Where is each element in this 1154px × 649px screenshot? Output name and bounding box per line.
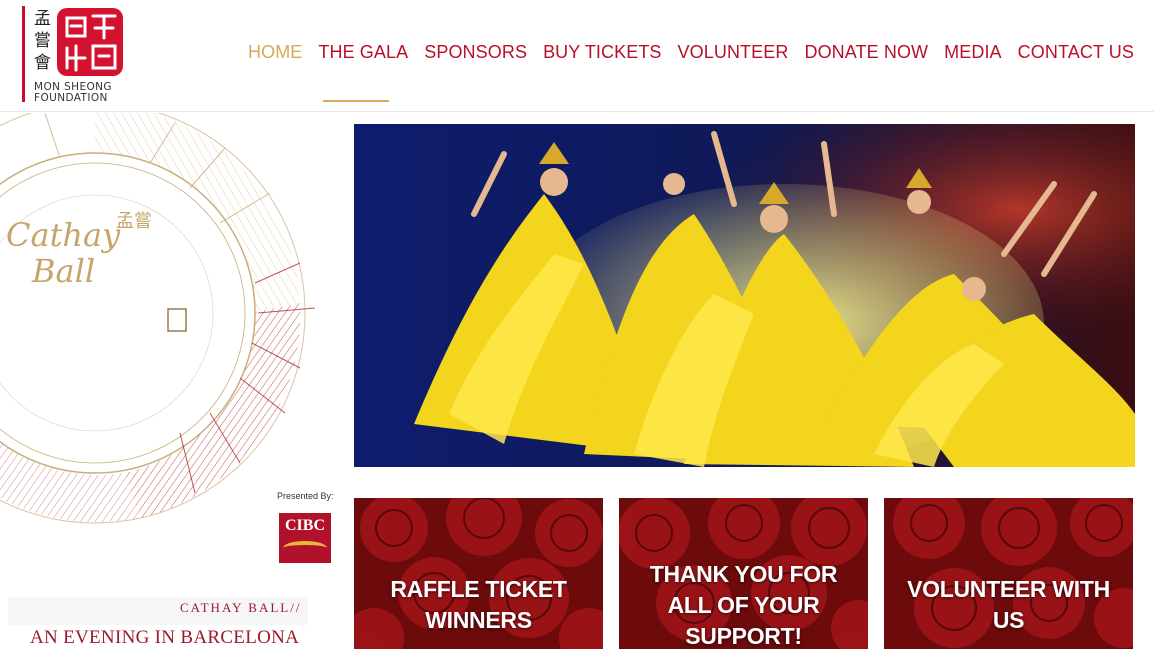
logo-name-line2: FOUNDATION xyxy=(34,92,108,104)
nav-item-sponsors[interactable]: SPONSORS xyxy=(424,42,527,63)
nav-item-the-gala[interactable]: THE GALA xyxy=(318,42,408,63)
tagline-event-theme: AN EVENING IN BARCELONA xyxy=(30,627,300,648)
tile-label-line2: US xyxy=(992,607,1025,633)
seal-icon xyxy=(57,8,123,76)
nav-item-home[interactable]: HOME xyxy=(248,42,302,63)
logo-name: MON SHEONG FOUNDATION xyxy=(34,82,134,104)
nav-item-media[interactable]: MEDIA xyxy=(944,42,1002,63)
nav-item-donate-now[interactable]: DONATE NOW xyxy=(804,42,928,63)
tile-label-line1: RAFFLE TICKET xyxy=(390,576,567,602)
logo-accent-bar xyxy=(22,6,25,102)
tile-label-line1: VOLUNTEER WITH xyxy=(907,576,1110,602)
volunteer-with-us-tile[interactable]: VOLUNTEER WITH US xyxy=(884,498,1133,649)
circular-sketch-art xyxy=(0,113,316,524)
tile-label-line2: WINNERS xyxy=(425,607,532,633)
site-header: 孟嘗會 MON SHEONG FOUNDATION HOME THE GALA … xyxy=(0,0,1154,112)
cathay-ball-illustration: Cathay Ball 孟嘗 xyxy=(0,113,345,533)
nav-item-volunteer[interactable]: VOLUNTEER xyxy=(678,42,789,63)
cathay-wordmark-line1: Cathay xyxy=(6,216,121,254)
cibc-logo-text: CIBC xyxy=(284,517,325,534)
tile-label-line1: THANK YOU FOR xyxy=(649,561,838,587)
tile-label: RAFFLE TICKET WINNERS xyxy=(364,574,593,636)
cibc-logo[interactable]: CIBC xyxy=(279,513,331,563)
cathay-wordmark-line2: Ball xyxy=(32,252,96,290)
cathay-ball-wordmark: Cathay Ball xyxy=(6,217,126,289)
mon-sheong-logo[interactable]: 孟嘗會 MON SHEONG FOUNDATION xyxy=(22,6,132,104)
hero-dancers-image xyxy=(354,124,1135,467)
tile-label-line3: SUPPORT! xyxy=(685,623,802,649)
cibc-swoosh-icon xyxy=(283,541,327,555)
tile-label: THANK YOU FOR ALL OF YOUR SUPPORT! xyxy=(629,559,858,649)
logo-chinese-chars: 孟嘗會 xyxy=(34,9,51,73)
raffle-ticket-winners-tile[interactable]: RAFFLE TICKET WINNERS xyxy=(354,498,603,649)
main-nav: HOME THE GALA SPONSORS BUY TICKETS VOLUN… xyxy=(248,42,1134,63)
nav-active-underline xyxy=(323,100,389,102)
tile-label: VOLUNTEER WITH US xyxy=(894,574,1123,636)
dancers-photo xyxy=(354,124,1135,467)
tile-label-line2: ALL OF YOUR xyxy=(667,592,820,618)
tagline-event-name: CATHAY BALL// xyxy=(180,600,302,615)
thank-you-support-tile[interactable]: THANK YOU FOR ALL OF YOUR SUPPORT! xyxy=(619,498,868,649)
cathay-chinese-mark: 孟嘗 xyxy=(116,211,152,232)
presented-by-label: Presented By: xyxy=(277,491,334,501)
nav-item-contact-us[interactable]: CONTACT US xyxy=(1018,42,1134,63)
nav-item-buy-tickets[interactable]: BUY TICKETS xyxy=(543,42,661,63)
